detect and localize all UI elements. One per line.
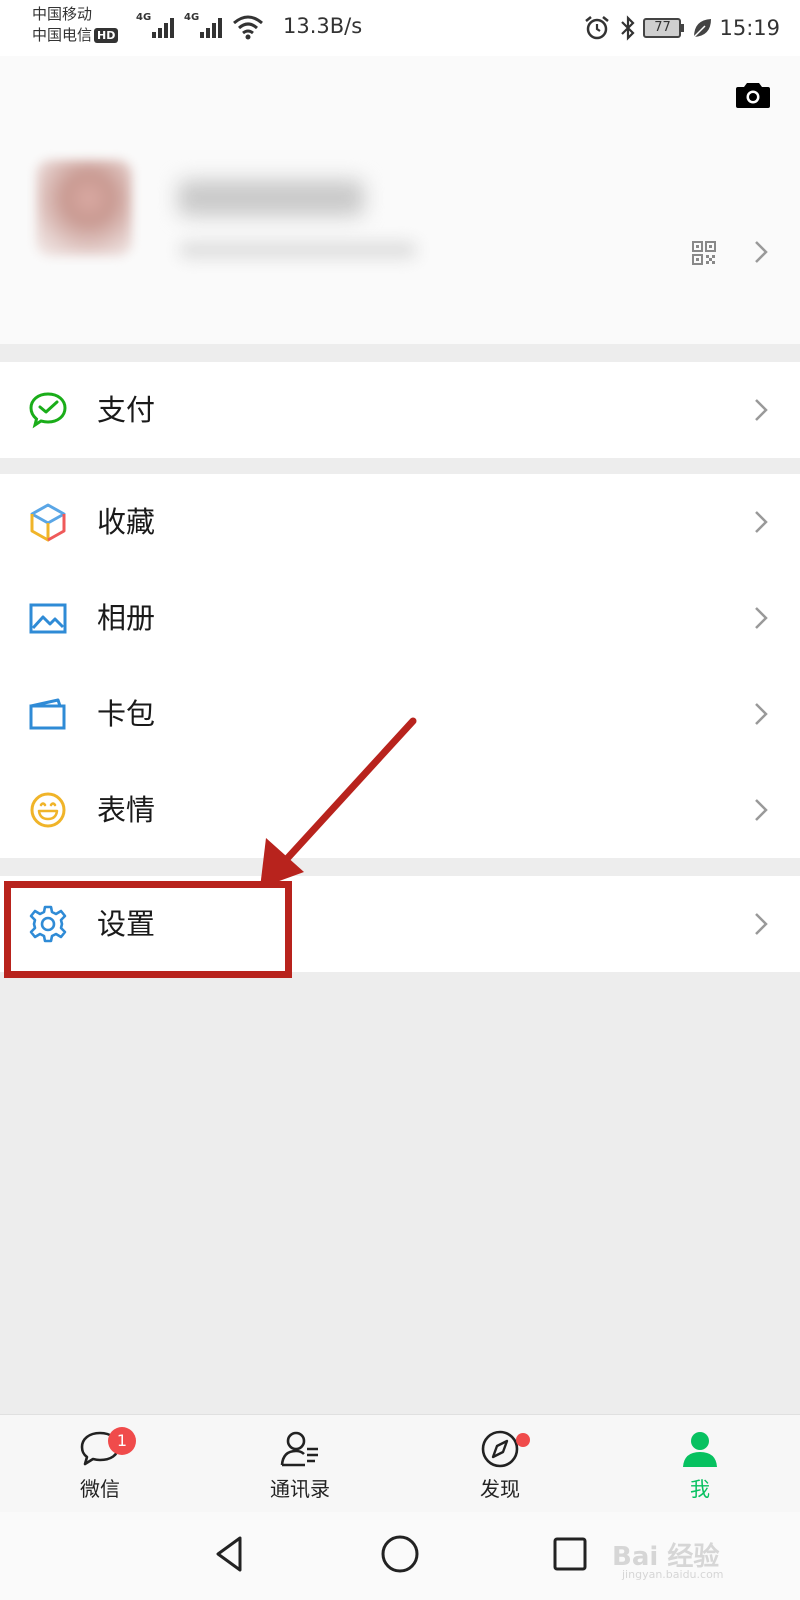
chevron-right-icon xyxy=(755,241,768,263)
home-icon[interactable] xyxy=(378,1532,422,1576)
tab-label: 发现 xyxy=(480,1477,520,1501)
battery-indicator: 77 xyxy=(643,18,685,38)
clock: 15:19 xyxy=(719,16,780,40)
tab-label: 微信 xyxy=(80,1477,120,1501)
wifi-icon xyxy=(233,15,263,40)
menu-item-label: 收藏 xyxy=(97,505,156,539)
carrier-2-row: 中国电信 HD xyxy=(32,25,119,46)
leaf-icon xyxy=(693,19,712,38)
menu-item-label: 支付 xyxy=(97,393,156,427)
status-right: 77 15:19 xyxy=(583,12,780,44)
status-bar: 中国移动 中国电信 HD 4G 4G 13.3B/s 77 15:19 xyxy=(0,0,800,56)
tab-label: 我 xyxy=(690,1477,710,1501)
image-icon xyxy=(29,603,67,634)
menu-item-stickers[interactable]: 表情 xyxy=(0,762,800,858)
menu-item-pay[interactable]: 支付 xyxy=(0,362,800,458)
menu-item-album[interactable]: 相册 xyxy=(0,570,800,666)
tab-discover[interactable]: 发现 xyxy=(440,1429,560,1509)
bluetooth-icon xyxy=(621,15,636,41)
compass-icon xyxy=(481,1430,519,1468)
wechat-pay-icon xyxy=(29,392,67,429)
cube-icon xyxy=(30,503,66,542)
contacts-icon xyxy=(280,1431,318,1467)
menu-group-pay: 支付 xyxy=(0,362,800,458)
carrier-1: 中国移动 xyxy=(32,5,93,23)
signal-2-icon: 4G xyxy=(184,12,224,38)
annotation-highlight-box xyxy=(4,881,292,978)
chevron-right-icon xyxy=(755,511,768,533)
menu-item-card-wallet[interactable]: 卡包 xyxy=(0,666,800,762)
tab-bar: 1 微信 通讯录 发现 我 xyxy=(0,1414,800,1512)
menu-item-label: 表情 xyxy=(97,793,156,827)
person-icon xyxy=(683,1432,717,1467)
chevron-right-icon xyxy=(755,913,768,935)
wechat-id-blurred xyxy=(180,242,416,258)
chevron-right-icon xyxy=(755,607,768,629)
tab-chats[interactable]: 1 微信 xyxy=(40,1427,160,1509)
chevron-right-icon xyxy=(755,703,768,725)
system-nav-bar: Bai 经验 jingyan.baidu.com xyxy=(0,1512,800,1600)
network-type-1: 4G xyxy=(136,12,152,23)
signal-1-icon: 4G xyxy=(136,12,176,38)
menu-item-label: 相册 xyxy=(97,601,156,635)
avatar[interactable] xyxy=(36,160,132,256)
qrcode-icon[interactable] xyxy=(692,241,716,265)
chevron-right-icon xyxy=(755,799,768,821)
network-type-2: 4G xyxy=(184,12,200,23)
menu-item-favorites[interactable]: 收藏 xyxy=(0,474,800,570)
unread-badge: 1 xyxy=(108,1427,136,1455)
network-speed: 13.3B/s xyxy=(283,14,363,38)
carrier-info: 中国移动 中国电信 HD xyxy=(32,4,119,46)
menu-group-main: 收藏 相册 卡包 表情 xyxy=(0,474,800,858)
carrier-2: 中国电信 xyxy=(32,26,93,44)
camera-icon[interactable] xyxy=(736,80,770,108)
alarm-icon xyxy=(585,16,610,40)
baidu-watermark-url: jingyan.baidu.com xyxy=(622,1568,724,1581)
back-icon[interactable] xyxy=(208,1532,252,1576)
new-content-dot xyxy=(516,1433,530,1447)
smiley-icon xyxy=(30,792,66,828)
recents-icon[interactable] xyxy=(548,1532,592,1576)
tab-contacts[interactable]: 通讯录 xyxy=(240,1429,360,1509)
chevron-right-icon xyxy=(755,399,768,421)
tab-label: 通讯录 xyxy=(270,1477,330,1501)
nickname-blurred xyxy=(178,180,364,216)
wallet-icon xyxy=(29,698,66,730)
hd-badge: HD xyxy=(94,28,119,43)
menu-item-label: 卡包 xyxy=(97,697,156,731)
profile-header[interactable] xyxy=(0,56,800,344)
tab-me[interactable]: 我 xyxy=(640,1429,760,1509)
